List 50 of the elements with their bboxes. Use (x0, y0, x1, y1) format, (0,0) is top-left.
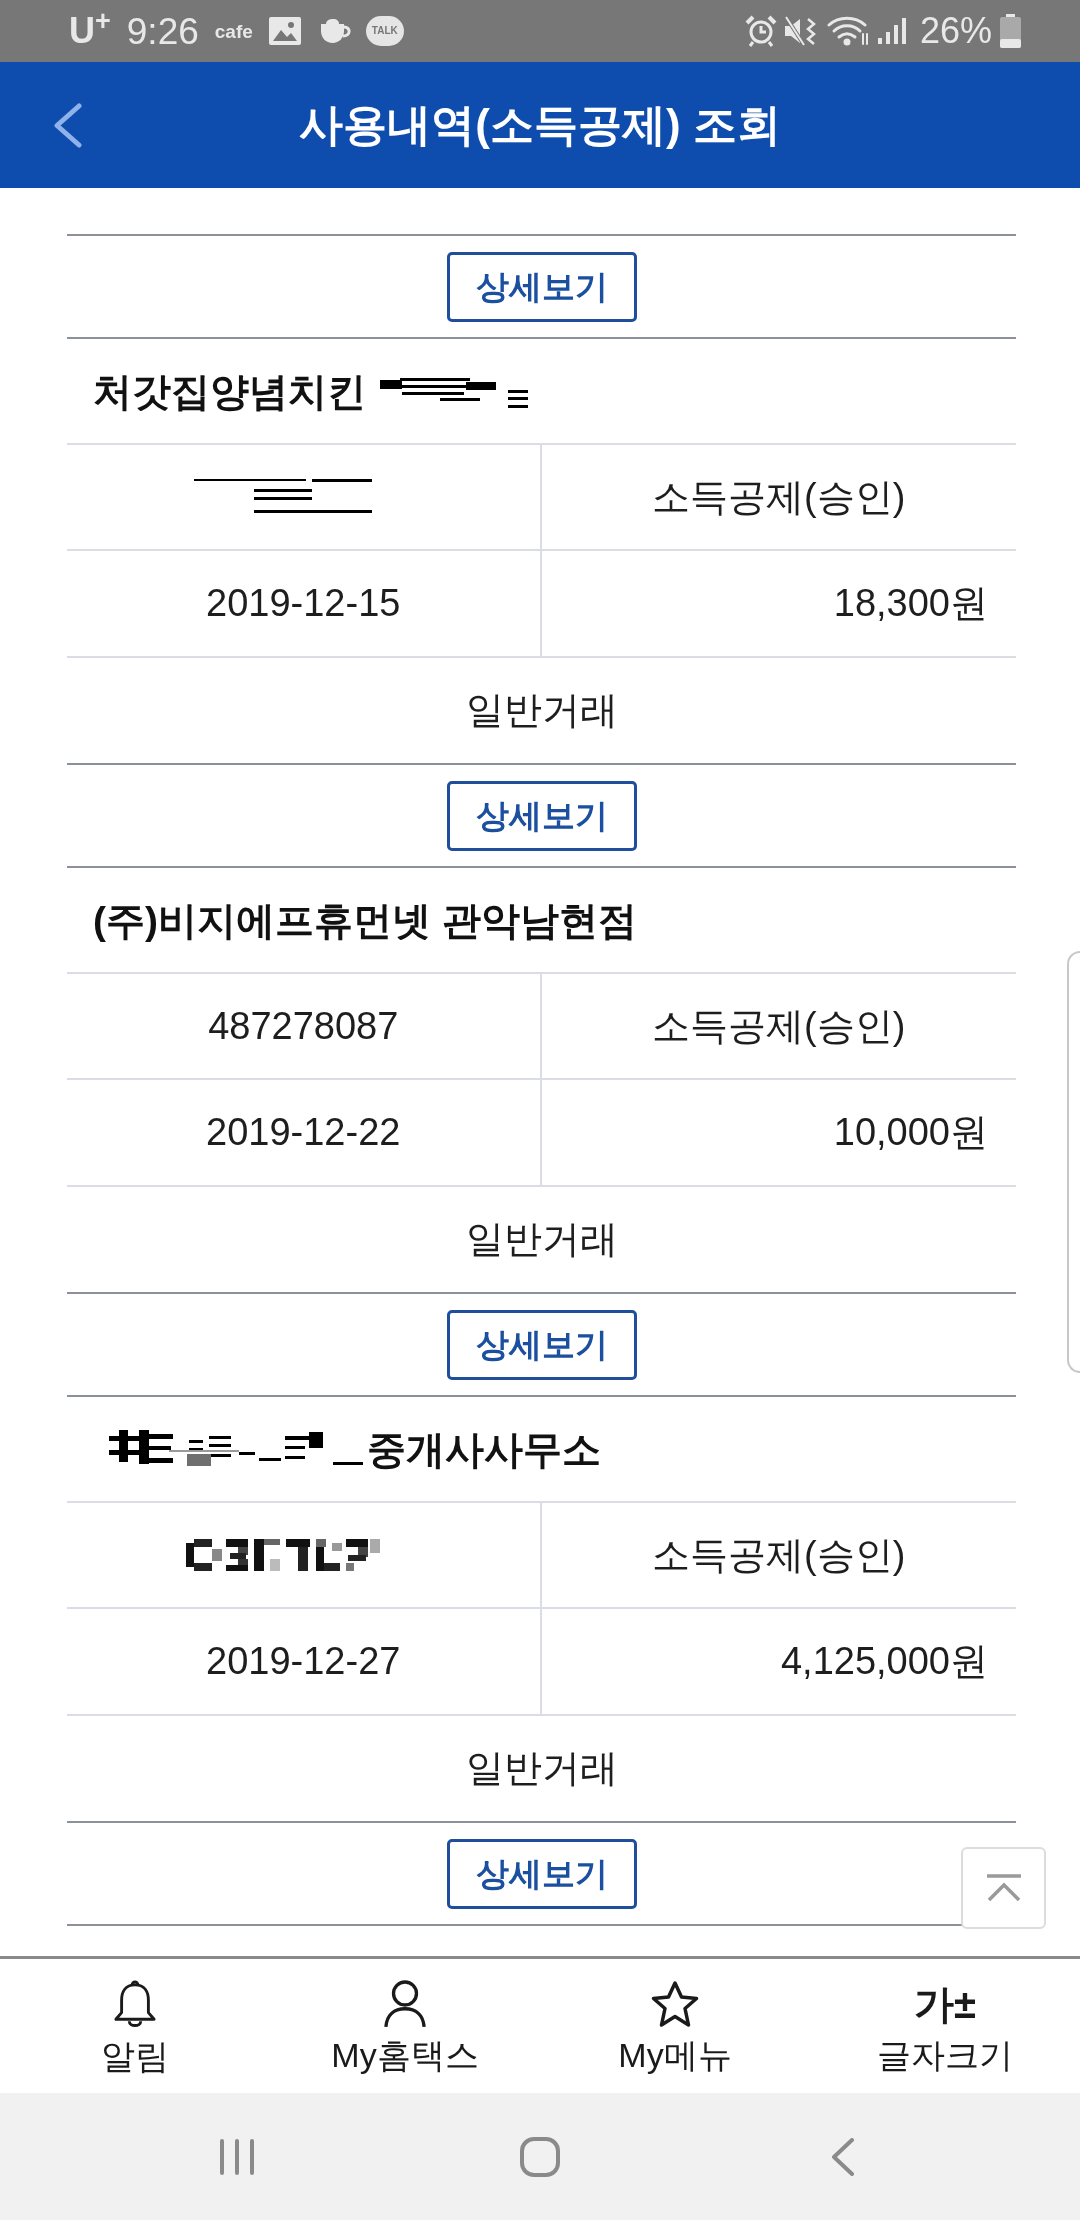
scroll-to-top-button[interactable] (961, 1847, 1046, 1929)
nav-item[interactable]: 가± 글자크기 (810, 1959, 1080, 2093)
mute-icon (783, 15, 817, 47)
battery-percent: 26% (919, 13, 992, 49)
detail-button[interactable]: 상세보기 (446, 1309, 637, 1380)
merchant-name: 처갓집양념치킨 (93, 371, 366, 411)
signal-icon (877, 18, 907, 44)
chat-notification-badge: TALK (365, 16, 404, 46)
star-icon (650, 1980, 700, 2028)
table-cell-text: 소득공제(승인) (651, 474, 907, 520)
carrier-label: U$^{+}$ (69, 13, 111, 49)
merchant-name: 중개사사무소 (367, 1429, 601, 1469)
pixelated-block-icon (186, 1539, 381, 1571)
scroll-to-top-icon (984, 1874, 1023, 1902)
nav-item[interactable]: My메뉴 (540, 1959, 810, 2093)
table-cell-text: 10,000원 (832, 1110, 989, 1155)
detail-button[interactable]: 상세보기 (446, 251, 637, 322)
image-icon (268, 17, 301, 45)
battery-icon (1000, 14, 1021, 48)
alarm-clock-icon (744, 15, 777, 47)
redaction-scribble-icon (194, 479, 373, 515)
home-icon[interactable] (520, 2136, 560, 2177)
detail-button[interactable]: 상세보기 (446, 1838, 637, 1909)
table-cell: 487278087 (67, 974, 542, 1078)
table-cell-text: 소득공제(승인) (651, 1003, 907, 1049)
table-cell-text: 18,300원 (832, 581, 989, 626)
clock-time: 9:26 (126, 12, 199, 50)
table-cell: 2019-12-15 (67, 551, 542, 656)
person-icon (383, 1980, 427, 2028)
back-icon (52, 102, 82, 148)
table-cell-text: 소득공제(승인) (651, 1532, 907, 1578)
table-cell: 2019-12-22 (67, 1080, 542, 1185)
edge-panel-handle[interactable] (1067, 951, 1080, 1373)
merchant-name: (주)비지에프휴먼넷 관악남현점 (93, 900, 637, 940)
page-title: 사용내역(소득공제) 조회 (299, 103, 781, 147)
table-cell: 일반거래 (67, 658, 1016, 765)
recent-apps-icon[interactable] (218, 2137, 256, 2176)
table-cell: 2019-12-27 (67, 1609, 542, 1714)
font-size-glyph: 가± (914, 1981, 976, 2028)
cup-icon (319, 18, 353, 44)
back-icon[interactable] (831, 2137, 855, 2176)
table-cell: 일반거래 (67, 1187, 1016, 1294)
table-cell-text: 4,125,000원 (779, 1639, 989, 1684)
bell-icon (113, 1979, 157, 2029)
detail-button[interactable]: 상세보기 (446, 780, 637, 851)
nav-item[interactable]: My홈택스 (270, 1959, 540, 2093)
wifi-icon (826, 16, 870, 46)
notification-label: cafe (214, 21, 253, 41)
table-cell: 일반거래 (67, 1716, 1016, 1823)
nav-item[interactable]: 알림 (0, 1959, 270, 2093)
